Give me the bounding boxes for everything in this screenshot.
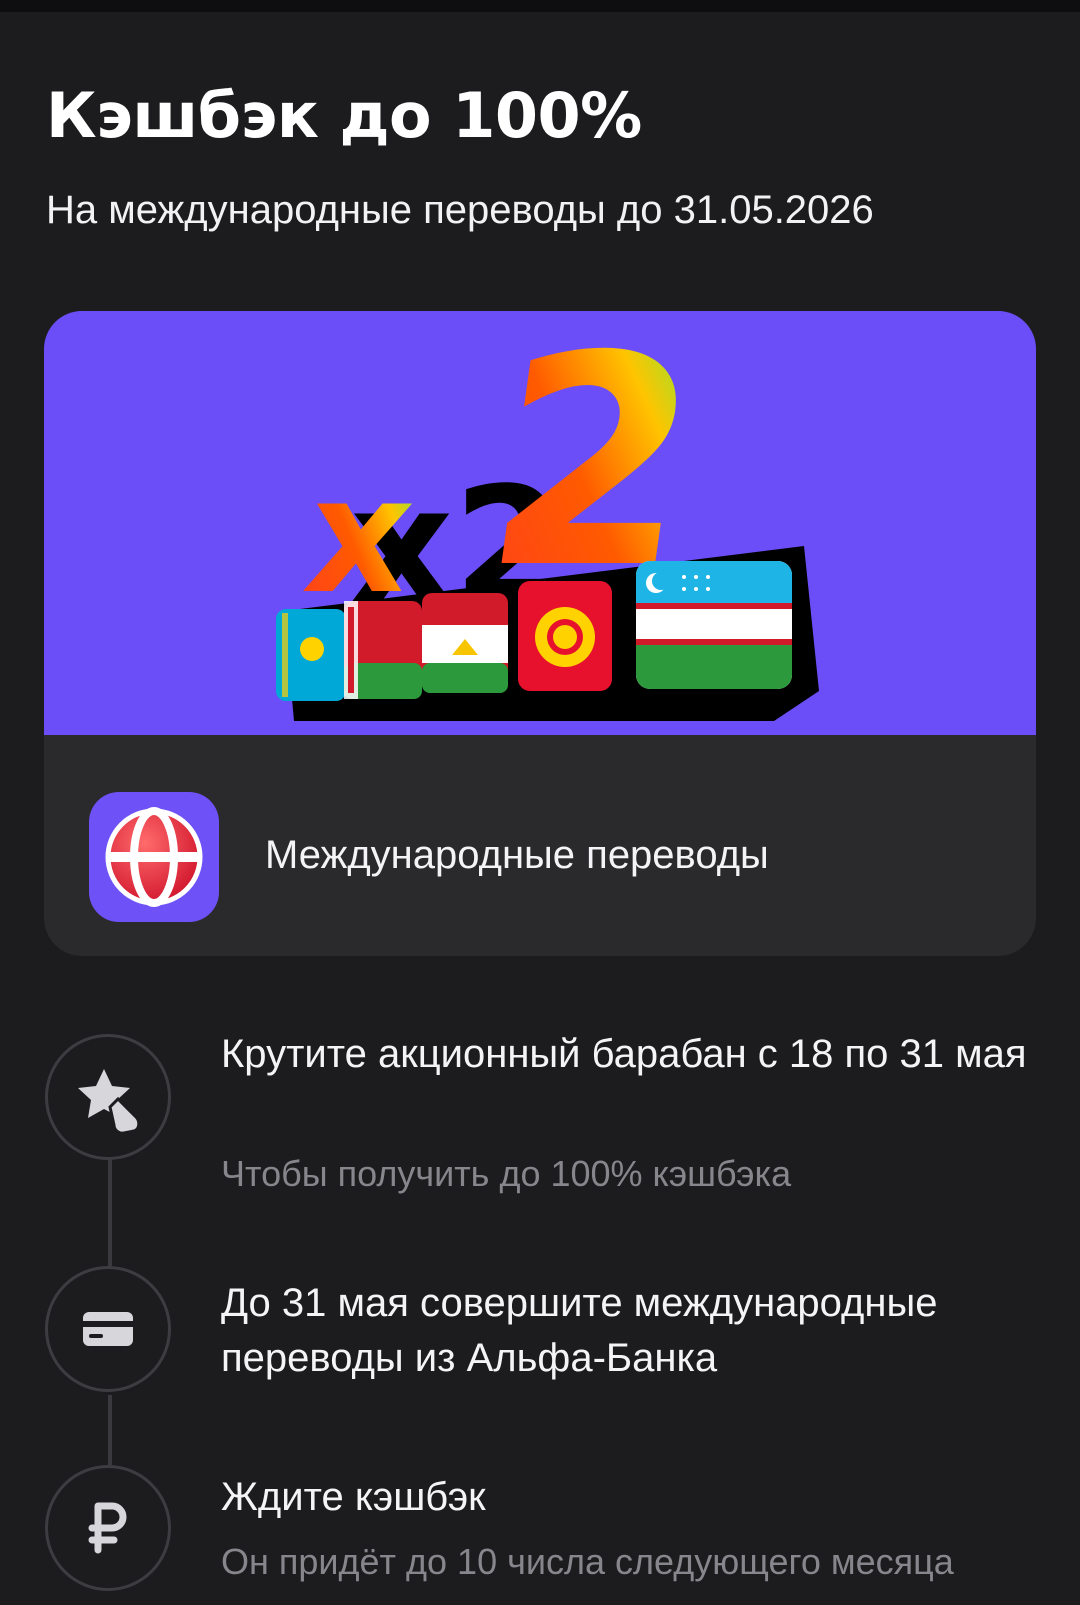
globe-icon [89, 792, 219, 922]
status-bar-strip [0, 0, 1080, 12]
steps-connector [108, 1395, 112, 1465]
uzbekistan-flag [636, 561, 792, 689]
belarus-flag [344, 601, 422, 699]
card-icon [45, 1266, 171, 1392]
kazakhstan-flag [276, 609, 346, 701]
promo-card[interactable]: x2 x 2 Международные переводы [44, 311, 1036, 956]
page-subtitle: На международные переводы до 31.05.2026 [46, 188, 874, 232]
international-transfers-row[interactable]: Международные переводы [44, 735, 1036, 956]
kyrgyzstan-flag [518, 581, 612, 691]
step-1-description: Чтобы получить до 100% кэшбэка [221, 1153, 792, 1194]
promo-banner: x2 x 2 [44, 311, 1036, 735]
page-title: Кэшбэк до 100% [46, 79, 642, 152]
promo-banner-art: x2 x 2 [276, 311, 819, 721]
step-1-title: Крутите акционный барабан с 18 по 31 мая [221, 1032, 1027, 1076]
ruble-icon [45, 1465, 171, 1591]
service-label: Международные переводы [265, 833, 769, 877]
star-tap-icon [45, 1034, 171, 1160]
tajikistan-flag [422, 593, 508, 693]
step-3-description: Он придёт до 10 числа следующего месяца [221, 1541, 954, 1582]
step-3-title: Ждите кэшбэк [221, 1475, 486, 1519]
step-2-title: До 31 мая совершите международные перево… [221, 1281, 938, 1380]
steps-connector [108, 1146, 112, 1266]
